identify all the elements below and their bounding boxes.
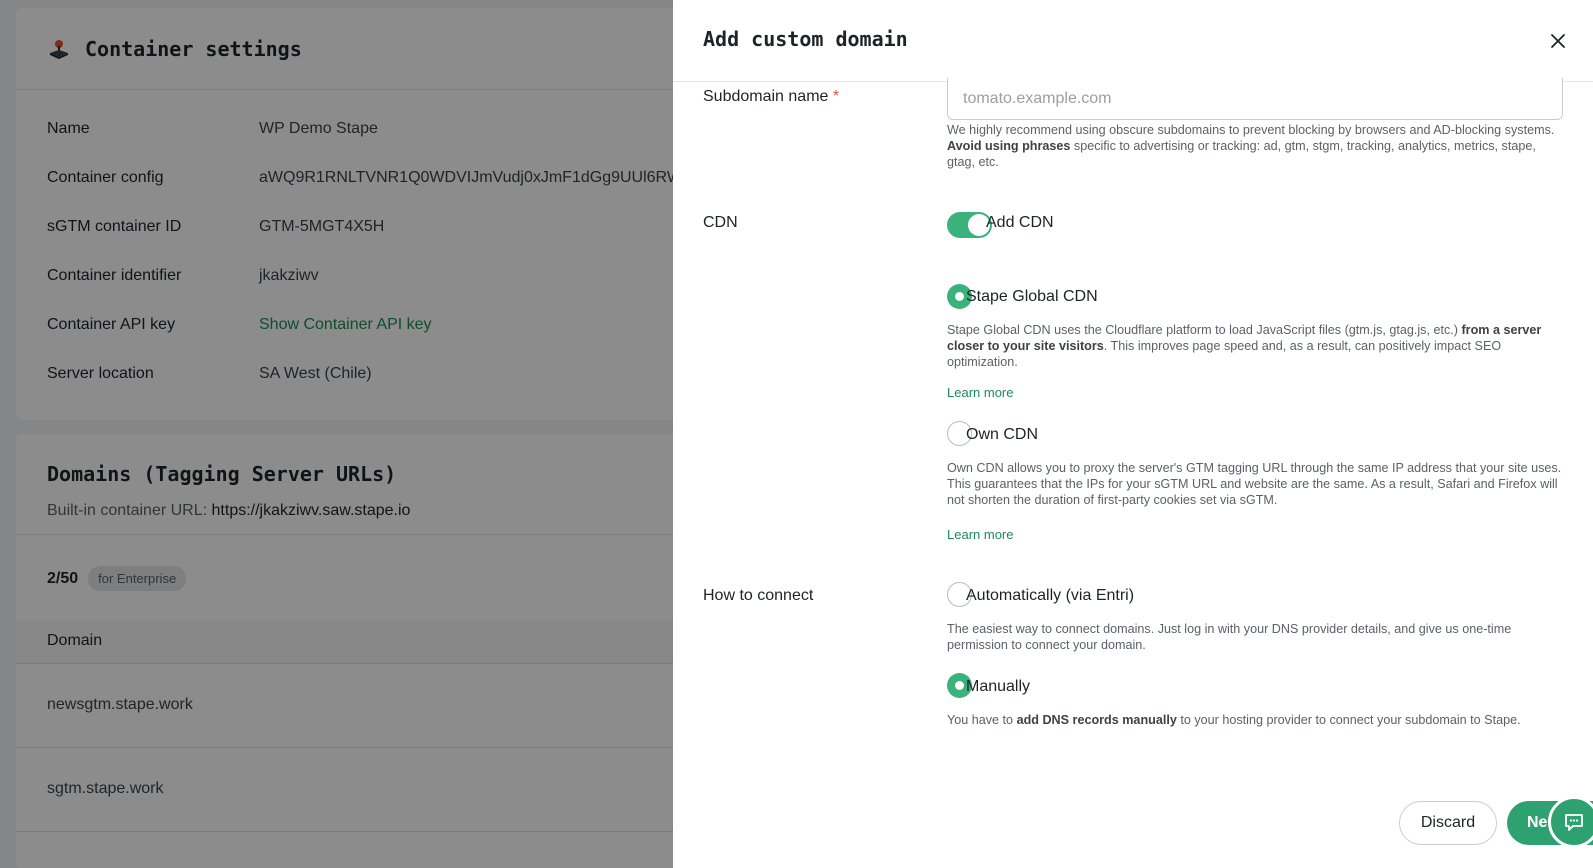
stape-global-cdn-label: Stape Global CDN <box>966 288 1098 305</box>
learn-more-link[interactable]: Learn more <box>947 385 1013 400</box>
help-text: You have to <box>947 713 1014 727</box>
discard-button[interactable]: Discard <box>1399 801 1497 845</box>
help-text: We highly recommend using obscure subdom… <box>947 123 1555 137</box>
own-cdn-help: Own CDN allows you to proxy the server's… <box>947 461 1562 507</box>
manual-connect-help: You have to add DNS records manually to … <box>947 712 1563 728</box>
subdomain-label: Subdomain name * <box>703 88 839 106</box>
subdomain-help: We highly recommend using obscure subdom… <box>947 122 1563 170</box>
auto-connect-label: Automatically (via Entri) <box>966 587 1135 604</box>
chat-icon <box>1565 814 1583 831</box>
help-text-bold: add DNS records manually <box>1016 713 1177 727</box>
required-mark: * <box>832 88 840 105</box>
help-text: Stape Global CDN uses the Cloudflare pla… <box>947 323 1458 337</box>
stape-cdn-help: Stape Global CDN uses the Cloudflare pla… <box>947 322 1563 370</box>
close-icon <box>1551 34 1565 48</box>
connect-label: How to connect <box>703 587 814 604</box>
modal-overlay[interactable] <box>0 0 673 868</box>
chat-button[interactable] <box>1548 796 1593 848</box>
help-text-bold: Avoid using phrases <box>947 139 1071 153</box>
close-button[interactable] <box>1547 30 1569 52</box>
auto-connect-help: The easiest way to connect domains. Just… <box>947 622 1512 652</box>
own-cdn-label: Own CDN <box>966 426 1039 443</box>
learn-more-link[interactable]: Learn more <box>947 527 1013 542</box>
subdomain-input[interactable] <box>947 78 1563 120</box>
manual-connect-label: Manually <box>966 678 1031 695</box>
add-custom-domain-drawer: Add custom domain Subdomain name * We hi… <box>673 0 1593 868</box>
subdomain-label-text: Subdomain name <box>703 88 829 105</box>
drawer-header: Add custom domain <box>673 0 1593 82</box>
cdn-label: CDN <box>703 214 738 231</box>
add-cdn-label: Add CDN <box>986 214 1054 231</box>
drawer-title: Add custom domain <box>703 27 908 51</box>
help-text: to your hosting provider to connect your… <box>1180 713 1521 727</box>
